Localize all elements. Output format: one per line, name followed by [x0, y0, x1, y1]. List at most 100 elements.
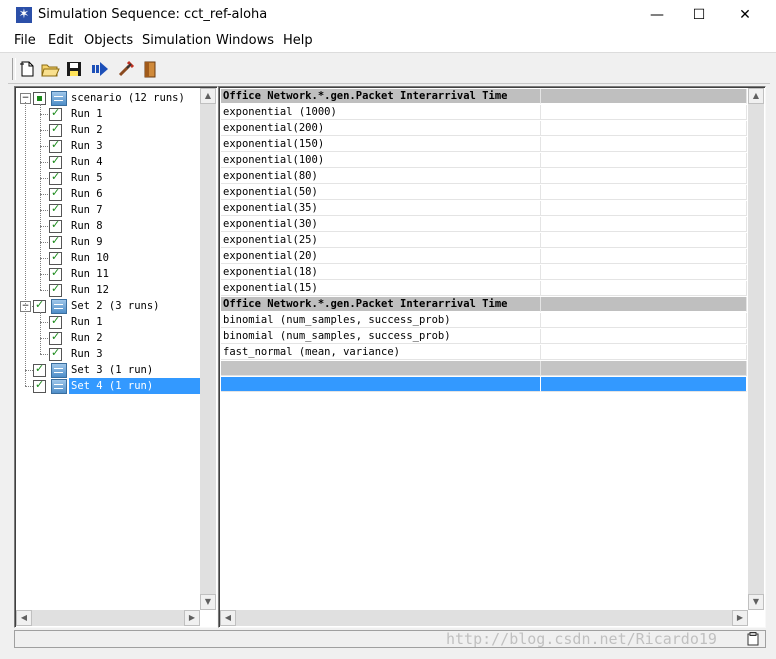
tree-item-run[interactable]: Run 4: [71, 154, 103, 170]
empty-cell[interactable]: [541, 313, 747, 328]
run-checkbox[interactable]: ✓: [49, 218, 62, 233]
set3-checkbox[interactable]: ✓: [33, 362, 46, 377]
value-cell[interactable]: Office Network.*.gen.Packet Interarrival…: [221, 297, 541, 312]
menu-simulation[interactable]: Simulation: [142, 33, 211, 48]
column-header[interactable]: Office Network.*.gen.Packet Interarrival…: [221, 89, 747, 105]
run-checkbox[interactable]: ✓: [49, 234, 62, 249]
new-document-icon[interactable]: [17, 59, 37, 79]
value-cell[interactable]: exponential(50): [221, 185, 541, 200]
maximize-button[interactable]: ☐: [676, 0, 722, 30]
menu-objects[interactable]: Objects: [84, 33, 133, 48]
exit-door-icon[interactable]: [140, 59, 160, 79]
run-checkbox[interactable]: ✓: [49, 138, 62, 153]
sequence-tree-panel[interactable]: − scenario (12 runs) ✓ Run 1 ✓ Run 2 ✓ Run 3 ✓ Ru…: [14, 86, 218, 628]
column-header[interactable]: Office Network.*.gen.Packet Interarrival…: [221, 297, 747, 313]
tree-item-run[interactable]: Run 6: [71, 186, 103, 202]
tree-item-run[interactable]: Run 10: [71, 250, 109, 266]
run-checkbox[interactable]: ✓: [49, 106, 62, 121]
tree-item-run[interactable]: Run 3: [71, 138, 103, 154]
value-cell[interactable]: exponential(100): [221, 153, 541, 168]
value-cell[interactable]: Office Network.*.gen.Packet Interarrival…: [221, 89, 541, 104]
run-checkbox[interactable]: ✓: [49, 250, 62, 265]
run-checkbox[interactable]: ✓: [49, 282, 62, 297]
value-cell[interactable]: [221, 361, 541, 376]
menu-windows[interactable]: Windows: [216, 33, 274, 48]
run-checkbox[interactable]: ✓: [49, 314, 62, 329]
tree-item-set-4[interactable]: Set 4 (1 run): [69, 378, 201, 394]
empty-cell[interactable]: [541, 297, 747, 312]
parameter-grid-panel[interactable]: Office Network.*.gen.Packet Interarrival…: [218, 86, 766, 628]
set4-checkbox[interactable]: ✓: [33, 378, 46, 393]
empty-cell[interactable]: [541, 345, 747, 360]
table-row[interactable]: exponential(35): [221, 201, 747, 217]
run-checkbox[interactable]: ✓: [49, 266, 62, 281]
run-checkbox[interactable]: ✓: [49, 186, 62, 201]
run-checkbox[interactable]: ✓: [49, 330, 62, 345]
value-cell[interactable]: exponential(20): [221, 249, 541, 264]
tree-horizontal-scrollbar[interactable]: ◀ ▶: [16, 610, 200, 626]
run-checkbox[interactable]: ✓: [49, 202, 62, 217]
menu-help[interactable]: Help: [283, 33, 313, 48]
table-row[interactable]: exponential(50): [221, 185, 747, 201]
tree-item-run[interactable]: Run 11: [71, 266, 109, 282]
delete-run-icon[interactable]: [116, 59, 136, 79]
run-checkbox[interactable]: ✓: [49, 154, 62, 169]
run-simulation-icon[interactable]: [90, 59, 110, 79]
empty-cell[interactable]: [541, 361, 747, 376]
value-cell[interactable]: exponential(30): [221, 217, 541, 232]
empty-cell[interactable]: [541, 329, 747, 344]
value-cell[interactable]: exponential(35): [221, 201, 541, 216]
value-cell[interactable]: exponential(150): [221, 137, 541, 152]
empty-cell[interactable]: [541, 281, 747, 296]
table-row[interactable]: exponential(30): [221, 217, 747, 233]
scroll-up-arrow-icon[interactable]: ▲: [200, 88, 216, 104]
table-row[interactable]: exponential(80): [221, 169, 747, 185]
table-row[interactable]: exponential(25): [221, 233, 747, 249]
open-folder-icon[interactable]: [40, 59, 60, 79]
empty-cell[interactable]: [541, 153, 747, 168]
tree-item-run[interactable]: Run 7: [71, 202, 103, 218]
empty-cell[interactable]: [541, 121, 747, 136]
scroll-down-arrow-icon[interactable]: ▼: [200, 594, 216, 610]
scroll-down-arrow-icon[interactable]: ▼: [748, 594, 764, 610]
tree-item-run[interactable]: Run 2: [71, 330, 103, 346]
run-checkbox[interactable]: ✓: [49, 346, 62, 361]
empty-cell[interactable]: [541, 201, 747, 216]
value-cell[interactable]: exponential(80): [221, 169, 541, 184]
value-cell[interactable]: exponential(18): [221, 265, 541, 280]
minimize-button[interactable]: —: [634, 0, 680, 30]
menu-file[interactable]: File: [14, 33, 36, 48]
table-row[interactable]: binomial (num_samples, success_prob): [221, 313, 747, 329]
save-disk-icon[interactable]: [64, 59, 84, 79]
empty-cell[interactable]: [541, 89, 747, 104]
table-row[interactable]: binomial (num_samples, success_prob): [221, 329, 747, 345]
table-row[interactable]: exponential(15): [221, 281, 747, 297]
tree-item-scenario[interactable]: scenario (12 runs): [71, 90, 185, 106]
table-row[interactable]: exponential(200): [221, 121, 747, 137]
empty-cell[interactable]: [541, 169, 747, 184]
scroll-left-arrow-icon[interactable]: ◀: [220, 610, 236, 626]
table-row[interactable]: exponential(150): [221, 137, 747, 153]
close-button[interactable]: ✕: [722, 0, 768, 30]
value-cell[interactable]: exponential(15): [221, 281, 541, 296]
value-cell[interactable]: binomial (num_samples, success_prob): [221, 329, 541, 344]
empty-cell[interactable]: [541, 233, 747, 248]
empty-cell[interactable]: [541, 137, 747, 152]
table-row[interactable]: exponential (1000): [221, 105, 747, 121]
empty-cell[interactable]: [541, 185, 747, 200]
tree-item-run[interactable]: Run 5: [71, 170, 103, 186]
selected-row[interactable]: [221, 377, 747, 393]
empty-cell[interactable]: [541, 377, 747, 392]
scroll-right-arrow-icon[interactable]: ▶: [732, 610, 748, 626]
tree-item-run[interactable]: Run 2: [71, 122, 103, 138]
table-row[interactable]: exponential(18): [221, 265, 747, 281]
value-cell[interactable]: exponential (1000): [221, 105, 541, 120]
run-checkbox[interactable]: ✓: [49, 122, 62, 137]
tree-item-run[interactable]: Run 1: [71, 314, 103, 330]
empty-cell[interactable]: [541, 265, 747, 280]
value-cell[interactable]: exponential(200): [221, 121, 541, 136]
grid-horizontal-scrollbar[interactable]: ◀ ▶: [220, 610, 748, 626]
tree-item-run[interactable]: Run 3: [71, 346, 103, 362]
tree-item-run[interactable]: Run 1: [71, 106, 103, 122]
empty-header-row[interactable]: [221, 361, 747, 377]
